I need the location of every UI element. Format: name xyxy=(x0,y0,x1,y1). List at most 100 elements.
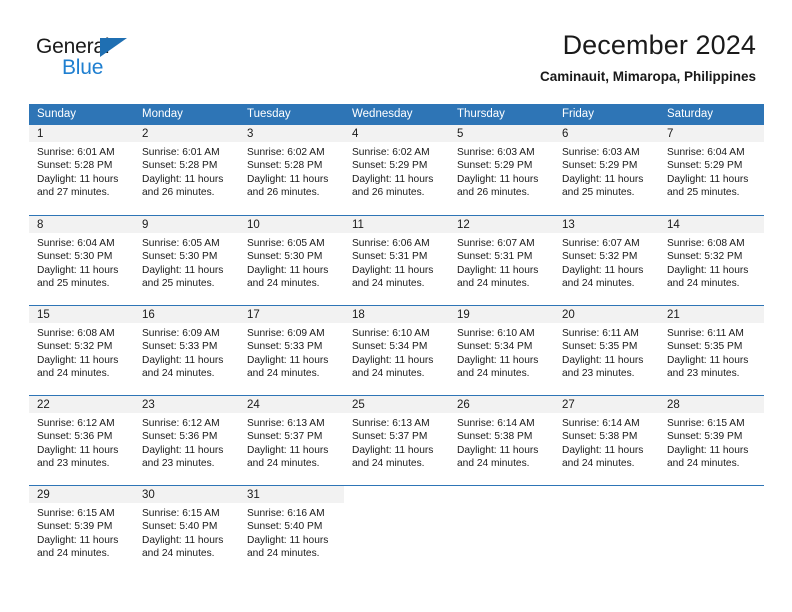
day-cell-12[interactable]: 12 Sunrise: 6:07 AM Sunset: 5:31 PM Dayligh… xyxy=(449,215,554,305)
day-cell-20[interactable]: 20 Sunrise: 6:11 AM Sunset: 5:35 PM Dayligh… xyxy=(554,305,659,395)
calendar-cell[interactable]: 4 Sunrise: 6:02 AM Sunset: 5:29 PM Daylight… xyxy=(344,125,449,215)
day-info: Sunrise: 6:08 AM Sunset: 5:32 PM Daylight:… xyxy=(29,323,134,380)
daylight-text-line1: Daylight: 11 hours xyxy=(352,444,434,456)
day-cell-26[interactable]: 26 Sunrise: 6:14 AM Sunset: 5:38 PM Dayligh… xyxy=(449,395,554,485)
calendar-cell[interactable]: 10 Sunrise: 6:05 AM Sunset: 5:30 PM Dayligh… xyxy=(239,215,344,305)
sunrise-text: Sunrise: 6:01 AM xyxy=(37,147,115,158)
day-cell-7[interactable]: 7 Sunrise: 6:04 AM Sunset: 5:29 PM Daylight… xyxy=(659,125,764,215)
daylight-text-line1: Daylight: 11 hours xyxy=(352,173,434,185)
sunrise-text: Sunrise: 6:15 AM xyxy=(667,418,745,429)
calendar-cell[interactable]: 23 Sunrise: 6:12 AM Sunset: 5:36 PM Dayligh… xyxy=(134,395,239,485)
day-cell-14[interactable]: 14 Sunrise: 6:08 AM Sunset: 5:32 PM Dayligh… xyxy=(659,215,764,305)
calendar-cell[interactable]: 14 Sunrise: 6:08 AM Sunset: 5:32 PM Dayligh… xyxy=(659,215,764,305)
day-cell-25[interactable]: 25 Sunrise: 6:13 AM Sunset: 5:37 PM Dayligh… xyxy=(344,395,449,485)
daylight-text-line1: Daylight: 11 hours xyxy=(352,264,434,276)
day-cell-21[interactable]: 21 Sunrise: 6:11 AM Sunset: 5:35 PM Dayligh… xyxy=(659,305,764,395)
calendar-cell[interactable]: 3 Sunrise: 6:02 AM Sunset: 5:28 PM Daylight… xyxy=(239,125,344,215)
sunset-text: Sunset: 5:28 PM xyxy=(37,160,113,172)
calendar-cell[interactable]: 19 Sunrise: 6:10 AM Sunset: 5:34 PM Dayligh… xyxy=(449,305,554,395)
calendar-cell[interactable]: 6 Sunrise: 6:03 AM Sunset: 5:29 PM Daylight… xyxy=(554,125,659,215)
day-cell-29[interactable]: 29 Sunrise: 6:15 AM Sunset: 5:39 PM Dayligh… xyxy=(29,485,134,575)
day-cell-5[interactable]: 5 Sunrise: 6:03 AM Sunset: 5:29 PM Daylight… xyxy=(449,125,554,215)
calendar-cell[interactable]: 8 Sunrise: 6:04 AM Sunset: 5:30 PM Daylight… xyxy=(29,215,134,305)
daylight-text-line1: Daylight: 11 hours xyxy=(457,173,539,185)
calendar-cell[interactable]: 27 Sunrise: 6:14 AM Sunset: 5:38 PM Dayligh… xyxy=(554,395,659,485)
calendar-cell[interactable]: 7 Sunrise: 6:04 AM Sunset: 5:29 PM Daylight… xyxy=(659,125,764,215)
day-cell-17[interactable]: 17 Sunrise: 6:09 AM Sunset: 5:33 PM Dayligh… xyxy=(239,305,344,395)
calendar-cell[interactable]: 21 Sunrise: 6:11 AM Sunset: 5:35 PM Dayligh… xyxy=(659,305,764,395)
day-cell-13[interactable]: 13 Sunrise: 6:07 AM Sunset: 5:32 PM Dayligh… xyxy=(554,215,659,305)
day-number: 18 xyxy=(344,306,449,323)
day-cell-1[interactable]: 1 Sunrise: 6:01 AM Sunset: 5:28 PM Daylight… xyxy=(29,125,134,215)
daylight-text-line1: Daylight: 11 hours xyxy=(667,444,749,456)
day-cell-11[interactable]: 11 Sunrise: 6:06 AM Sunset: 5:31 PM Dayligh… xyxy=(344,215,449,305)
weekday-header-thursday: Thursday xyxy=(449,104,554,125)
calendar-cell[interactable]: 25 Sunrise: 6:13 AM Sunset: 5:37 PM Dayligh… xyxy=(344,395,449,485)
day-cell-24[interactable]: 24 Sunrise: 6:13 AM Sunset: 5:37 PM Dayligh… xyxy=(239,395,344,485)
sunset-text: Sunset: 5:31 PM xyxy=(457,251,533,263)
day-number: 16 xyxy=(134,306,239,323)
sunrise-text: Sunrise: 6:07 AM xyxy=(562,238,640,249)
calendar-cell[interactable]: 28 Sunrise: 6:15 AM Sunset: 5:39 PM Dayligh… xyxy=(659,395,764,485)
calendar-cell[interactable]: 31 Sunrise: 6:16 AM Sunset: 5:40 PM Dayligh… xyxy=(239,485,344,575)
daylight-text-line1: Daylight: 11 hours xyxy=(37,264,119,276)
sunset-text: Sunset: 5:32 PM xyxy=(562,251,638,263)
day-cell-8[interactable]: 8 Sunrise: 6:04 AM Sunset: 5:30 PM Daylight… xyxy=(29,215,134,305)
calendar-cell[interactable]: 9 Sunrise: 6:05 AM Sunset: 5:30 PM Daylight… xyxy=(134,215,239,305)
daylight-text-line1: Daylight: 11 hours xyxy=(247,173,329,185)
daylight-text-line1: Daylight: 11 hours xyxy=(667,354,749,366)
calendar-cell[interactable]: 22 Sunrise: 6:12 AM Sunset: 5:36 PM Dayligh… xyxy=(29,395,134,485)
day-cell-19[interactable]: 19 Sunrise: 6:10 AM Sunset: 5:34 PM Dayligh… xyxy=(449,305,554,395)
day-cell-empty xyxy=(659,485,764,575)
day-cell-6[interactable]: 6 Sunrise: 6:03 AM Sunset: 5:29 PM Daylight… xyxy=(554,125,659,215)
day-cell-empty xyxy=(449,485,554,575)
calendar-cell[interactable]: 15 Sunrise: 6:08 AM Sunset: 5:32 PM Dayligh… xyxy=(29,305,134,395)
day-number: 4 xyxy=(344,125,449,142)
day-cell-3[interactable]: 3 Sunrise: 6:02 AM Sunset: 5:28 PM Daylight… xyxy=(239,125,344,215)
calendar-cell[interactable]: 18 Sunrise: 6:10 AM Sunset: 5:34 PM Dayligh… xyxy=(344,305,449,395)
day-cell-30[interactable]: 30 Sunrise: 6:15 AM Sunset: 5:40 PM Dayligh… xyxy=(134,485,239,575)
calendar-cell[interactable]: 16 Sunrise: 6:09 AM Sunset: 5:33 PM Dayligh… xyxy=(134,305,239,395)
calendar-cell[interactable]: 30 Sunrise: 6:15 AM Sunset: 5:40 PM Dayligh… xyxy=(134,485,239,575)
day-number: 20 xyxy=(554,306,659,323)
day-cell-31[interactable]: 31 Sunrise: 6:16 AM Sunset: 5:40 PM Dayligh… xyxy=(239,485,344,575)
day-cell-18[interactable]: 18 Sunrise: 6:10 AM Sunset: 5:34 PM Dayligh… xyxy=(344,305,449,395)
daylight-text-line1: Daylight: 11 hours xyxy=(142,444,224,456)
day-number: 22 xyxy=(29,396,134,413)
calendar-cell[interactable]: 1 Sunrise: 6:01 AM Sunset: 5:28 PM Daylight… xyxy=(29,125,134,215)
calendar-cell[interactable]: 13 Sunrise: 6:07 AM Sunset: 5:32 PM Dayligh… xyxy=(554,215,659,305)
calendar-cell[interactable]: 20 Sunrise: 6:11 AM Sunset: 5:35 PM Dayligh… xyxy=(554,305,659,395)
day-info: Sunrise: 6:04 AM Sunset: 5:30 PM Daylight:… xyxy=(29,233,134,290)
weekday-header-monday: Monday xyxy=(134,104,239,125)
calendar-cell[interactable]: 24 Sunrise: 6:13 AM Sunset: 5:37 PM Dayligh… xyxy=(239,395,344,485)
day-info: Sunrise: 6:13 AM Sunset: 5:37 PM Daylight:… xyxy=(344,413,449,470)
day-cell-10[interactable]: 10 Sunrise: 6:05 AM Sunset: 5:30 PM Dayligh… xyxy=(239,215,344,305)
calendar-cell[interactable]: 2 Sunrise: 6:01 AM Sunset: 5:28 PM Daylight… xyxy=(134,125,239,215)
weekday-header-saturday: Saturday xyxy=(659,104,764,125)
calendar-cell[interactable]: 26 Sunrise: 6:14 AM Sunset: 5:38 PM Dayligh… xyxy=(449,395,554,485)
calendar-cell[interactable]: 11 Sunrise: 6:06 AM Sunset: 5:31 PM Dayligh… xyxy=(344,215,449,305)
day-cell-2[interactable]: 2 Sunrise: 6:01 AM Sunset: 5:28 PM Daylight… xyxy=(134,125,239,215)
day-number: 19 xyxy=(449,306,554,323)
sunrise-text: Sunrise: 6:02 AM xyxy=(247,147,325,158)
calendar-cell[interactable]: 5 Sunrise: 6:03 AM Sunset: 5:29 PM Daylight… xyxy=(449,125,554,215)
weekday-header-row: Sunday Monday Tuesday Wednesday Thursday… xyxy=(29,104,764,125)
day-cell-28[interactable]: 28 Sunrise: 6:15 AM Sunset: 5:39 PM Dayligh… xyxy=(659,395,764,485)
day-info: Sunrise: 6:10 AM Sunset: 5:34 PM Daylight:… xyxy=(449,323,554,380)
calendar-cell[interactable]: 29 Sunrise: 6:15 AM Sunset: 5:39 PM Dayligh… xyxy=(29,485,134,575)
calendar-cell[interactable]: 12 Sunrise: 6:07 AM Sunset: 5:31 PM Dayligh… xyxy=(449,215,554,305)
calendar-cell[interactable]: 17 Sunrise: 6:09 AM Sunset: 5:33 PM Dayligh… xyxy=(239,305,344,395)
day-cell-22[interactable]: 22 Sunrise: 6:12 AM Sunset: 5:36 PM Dayligh… xyxy=(29,395,134,485)
daylight-text-line1: Daylight: 11 hours xyxy=(457,264,539,276)
day-info: Sunrise: 6:09 AM Sunset: 5:33 PM Daylight:… xyxy=(239,323,344,380)
day-cell-23[interactable]: 23 Sunrise: 6:12 AM Sunset: 5:36 PM Dayligh… xyxy=(134,395,239,485)
day-number: 28 xyxy=(659,396,764,413)
day-cell-4[interactable]: 4 Sunrise: 6:02 AM Sunset: 5:29 PM Daylight… xyxy=(344,125,449,215)
day-number: 6 xyxy=(554,125,659,142)
day-cell-16[interactable]: 16 Sunrise: 6:09 AM Sunset: 5:33 PM Dayligh… xyxy=(134,305,239,395)
day-cell-27[interactable]: 27 Sunrise: 6:14 AM Sunset: 5:38 PM Dayligh… xyxy=(554,395,659,485)
day-cell-15[interactable]: 15 Sunrise: 6:08 AM Sunset: 5:32 PM Dayligh… xyxy=(29,305,134,395)
generalblue-logo[interactable]: General Blue xyxy=(36,36,166,82)
day-cell-9[interactable]: 9 Sunrise: 6:05 AM Sunset: 5:30 PM Daylight… xyxy=(134,215,239,305)
day-number: 23 xyxy=(134,396,239,413)
